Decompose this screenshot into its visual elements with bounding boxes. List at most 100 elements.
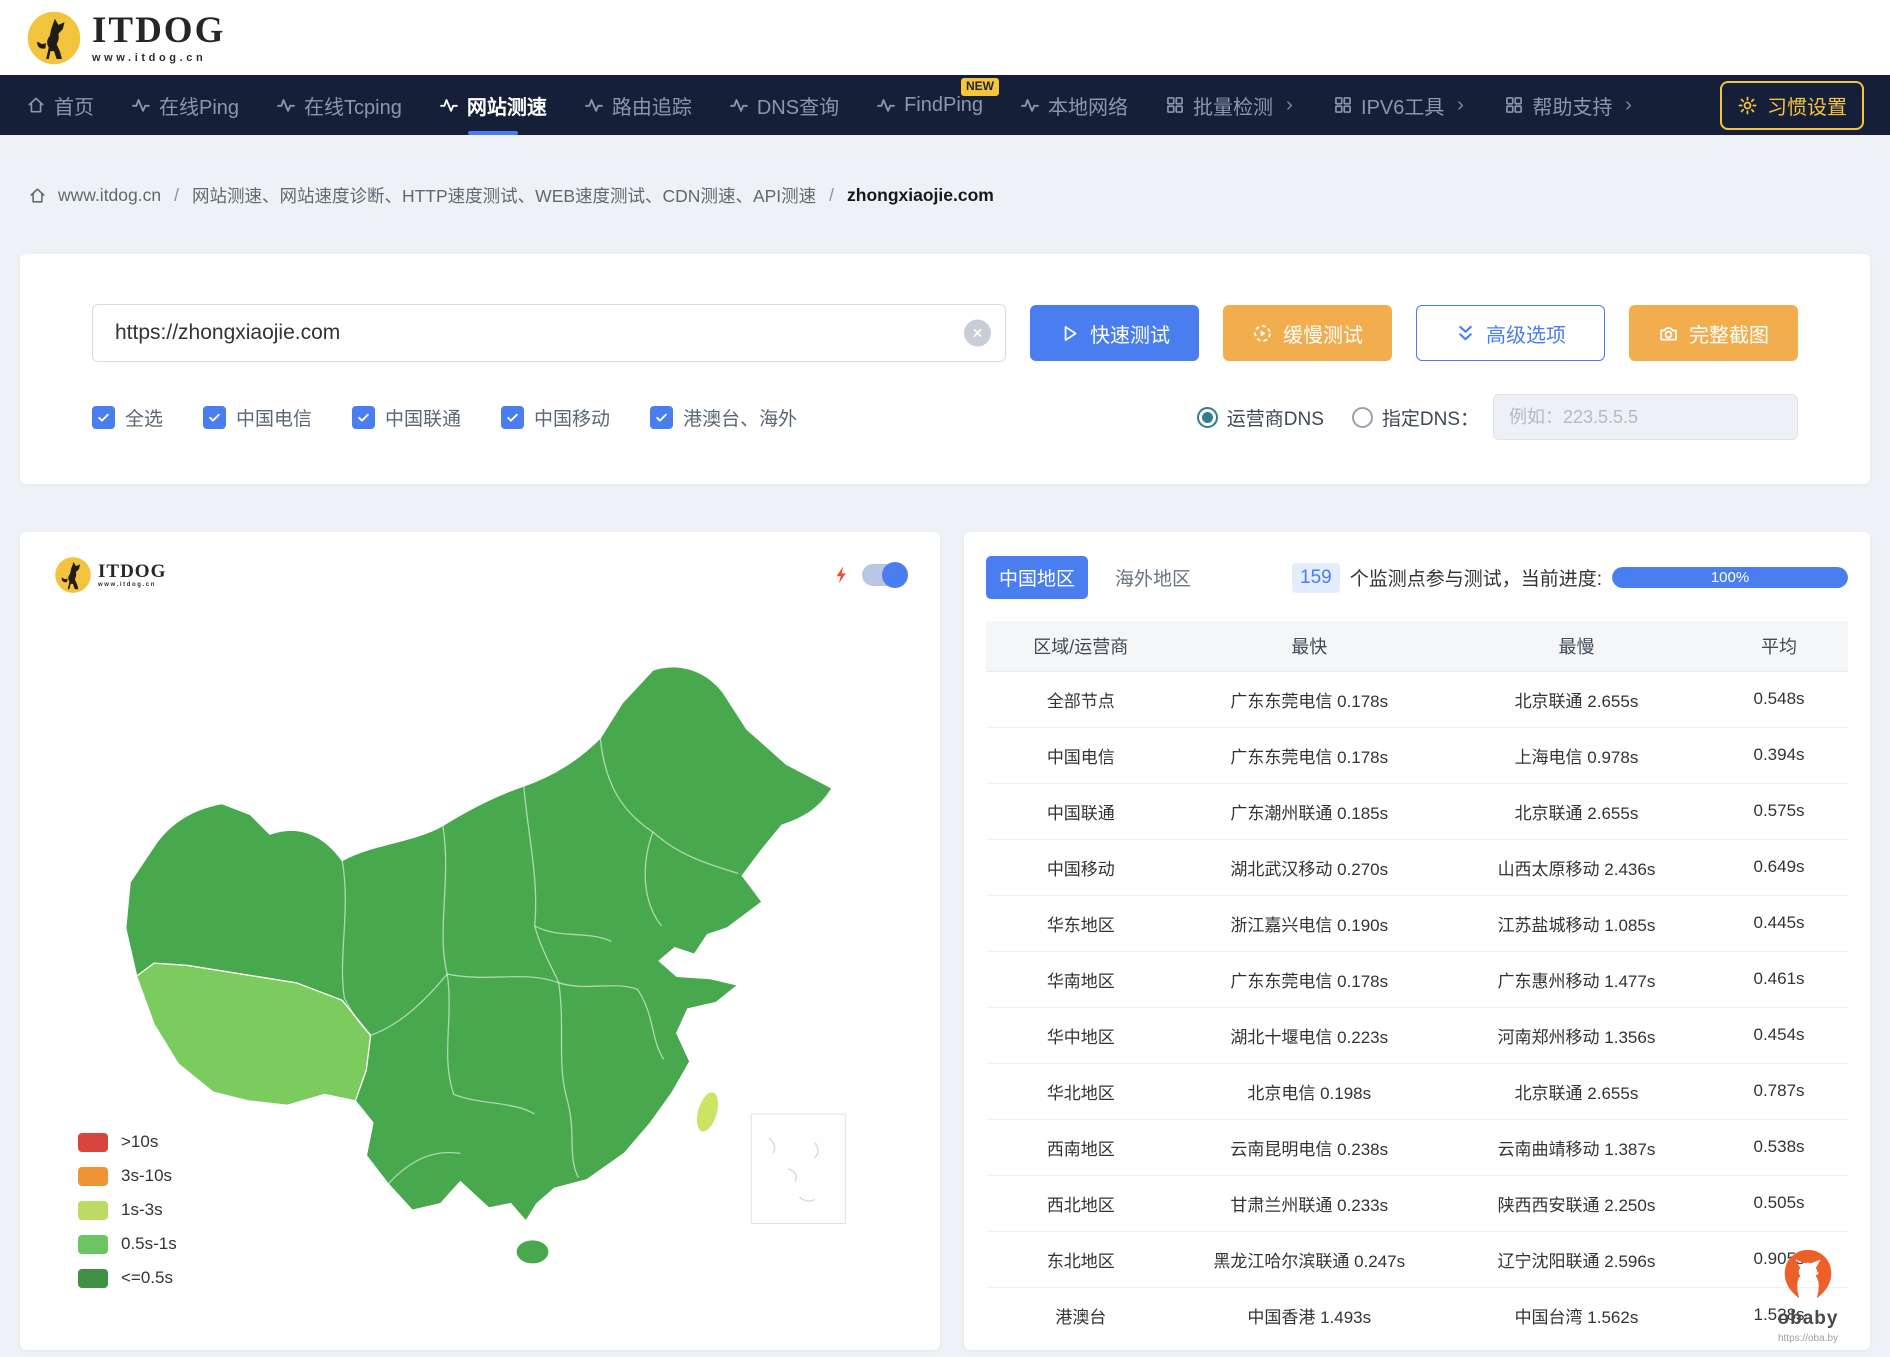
- play-icon: [1059, 323, 1080, 344]
- pulse-icon: [584, 95, 604, 115]
- nav-item-online-tcping[interactable]: 在线Tcping: [276, 75, 402, 135]
- cell-region: 西北地区: [986, 1175, 1176, 1231]
- cell-slowest: 云南曲靖移动 1.387s: [1443, 1119, 1710, 1175]
- legend-label: 1s-3s: [121, 1200, 163, 1220]
- custom-dns-radio[interactable]: 指定DNS：: [1352, 404, 1479, 431]
- nav-item-label: 在线Ping: [159, 91, 239, 120]
- nav-item-label: 路由追踪: [612, 91, 692, 120]
- cell-region: 中国移动: [986, 839, 1176, 895]
- cell-fastest: 甘肃兰州联通 0.233s: [1176, 1175, 1443, 1231]
- nav-item-label: 批量检测: [1193, 91, 1273, 120]
- nav-item-website-speedtest[interactable]: 网站测速: [439, 75, 547, 135]
- nav-item-label: 帮助支持: [1532, 91, 1612, 120]
- legend-swatch: [78, 1133, 108, 1152]
- cell-region: 华中地区: [986, 1007, 1176, 1063]
- radio-circle[interactable]: [1352, 407, 1373, 428]
- advanced-options-label: 高级选项: [1486, 319, 1566, 348]
- chevron-right-icon: [1283, 99, 1296, 112]
- column-header: 最慢: [1443, 621, 1710, 671]
- checkbox-option-2[interactable]: 中国联通: [352, 404, 461, 431]
- checkbox-select-all[interactable]: 全选: [92, 404, 163, 431]
- nav-item-help-support[interactable]: 帮助支持: [1504, 75, 1635, 135]
- pulse-icon: [1020, 95, 1040, 115]
- cell-region: 华南地区: [986, 951, 1176, 1007]
- chevron-right-icon: [1622, 99, 1635, 112]
- checkbox-option-3[interactable]: 中国移动: [501, 404, 610, 431]
- results-table: 区域/运营商最快最慢平均 全部节点广东东莞电信 0.178s北京联通 2.655…: [986, 621, 1848, 1343]
- table-row: 中国移动湖北武汉移动 0.270s山西太原移动 2.436s0.649s: [986, 839, 1848, 895]
- watermark-name: obaby: [1754, 1306, 1862, 1333]
- full-screenshot-button[interactable]: 完整截图: [1629, 305, 1798, 361]
- cell-average: 0.649s: [1710, 839, 1848, 895]
- nav-item-traceroute[interactable]: 路由追踪: [584, 75, 692, 135]
- table-row: 华东地区浙江嘉兴电信 0.190s江苏盐城移动 1.085s0.445s: [986, 895, 1848, 951]
- cell-average: 0.787s: [1710, 1063, 1848, 1119]
- clear-input-icon[interactable]: [964, 320, 991, 347]
- nav-item-label: IPV6工具: [1361, 91, 1444, 120]
- settings-button[interactable]: 习惯设置: [1720, 81, 1864, 130]
- nav-item-findping[interactable]: FindPingNEW: [876, 75, 983, 135]
- check-icon: [96, 410, 111, 425]
- cell-slowest: 陕西西安联通 2.250s: [1443, 1175, 1710, 1231]
- map-card: ITDOG www.itdog.cn: [20, 532, 940, 1350]
- checkbox-box[interactable]: [501, 406, 524, 429]
- checkbox-box[interactable]: [203, 406, 226, 429]
- breadcrumb-home[interactable]: www.itdog.cn: [58, 185, 161, 206]
- nav-item-dns-query[interactable]: DNS查询: [729, 75, 839, 135]
- map-mainland: [126, 667, 833, 1222]
- checkbox-option-4[interactable]: 港澳台、海外: [650, 404, 797, 431]
- checkbox-label: 中国移动: [534, 404, 610, 431]
- quick-test-label: 快速测试: [1090, 319, 1170, 348]
- checkbox-option-1[interactable]: 中国电信: [203, 404, 312, 431]
- checkbox-box[interactable]: [650, 406, 673, 429]
- table-row: 华中地区湖北十堰电信 0.223s河南郑州移动 1.356s0.454s: [986, 1007, 1848, 1063]
- tab-overseas-region[interactable]: 海外地区: [1102, 556, 1204, 599]
- speed-toggle[interactable]: [862, 564, 906, 586]
- checkbox-box[interactable]: [92, 406, 115, 429]
- cell-average: 0.538s: [1710, 1119, 1848, 1175]
- radio-circle[interactable]: [1197, 407, 1218, 428]
- quick-test-button[interactable]: 快速测试: [1030, 305, 1199, 361]
- cell-slowest: 辽宁沈阳联通 2.596s: [1443, 1231, 1710, 1287]
- legend-swatch: [78, 1167, 108, 1186]
- checkbox-box[interactable]: [352, 406, 375, 429]
- page: ITDOG www.itdog.cn 首页 在线Ping 在线Tcping 网站测速 路…: [0, 0, 1890, 1350]
- breadcrumb-separator: [827, 185, 836, 206]
- cell-slowest: 河南郑州移动 1.356s: [1443, 1007, 1710, 1063]
- nav-item-label: 本地网络: [1048, 91, 1128, 120]
- nav-item-label: 在线Tcping: [304, 91, 402, 120]
- slow-test-button[interactable]: 缓慢测试: [1223, 305, 1392, 361]
- legend-item: 0.5s-1s: [78, 1234, 177, 1254]
- progress-bar: 100%: [1612, 567, 1848, 588]
- table-row: 全部节点广东东莞电信 0.178s北京联通 2.655s0.548s: [986, 671, 1848, 727]
- cell-fastest: 北京电信 0.198s: [1176, 1063, 1443, 1119]
- nav-item-batch-check[interactable]: 批量检测: [1165, 75, 1296, 135]
- nav-item-local-network[interactable]: 本地网络: [1020, 75, 1128, 135]
- nav-item-online-ping[interactable]: 在线Ping: [131, 75, 239, 135]
- pulse-icon: [131, 95, 151, 115]
- check-icon: [505, 410, 520, 425]
- full-screenshot-label: 完整截图: [1689, 319, 1769, 348]
- itdog-logo[interactable]: ITDOG www.itdog.cn: [26, 10, 225, 66]
- watermark-url[interactable]: https://oba.by: [1754, 1333, 1862, 1344]
- tab-china-region[interactable]: 中国地区: [986, 556, 1088, 599]
- table-row: 西北地区甘肃兰州联通 0.233s陕西西安联通 2.250s0.505s: [986, 1175, 1848, 1231]
- slow-test-icon: [1252, 323, 1273, 344]
- custom-dns-input[interactable]: [1493, 394, 1798, 440]
- legend-label: 0.5s-1s: [121, 1234, 177, 1254]
- cross-icon: [970, 326, 985, 341]
- nav-item-home[interactable]: 首页: [26, 75, 94, 135]
- carrier-dns-radio[interactable]: 运营商DNS: [1197, 404, 1324, 431]
- cell-region: 西南地区: [986, 1119, 1176, 1175]
- brand-name: ITDOG: [92, 12, 225, 49]
- breadcrumb-section[interactable]: 网站测速、网站速度诊断、HTTP速度测试、WEB速度测试、CDN测速、API测速: [192, 183, 816, 208]
- cell-slowest: 北京联通 2.655s: [1443, 671, 1710, 727]
- nav-items: 首页 在线Ping 在线Tcping 网站测速 路由追踪 DNS查询 FindPingNEW…: [26, 75, 1720, 135]
- cell-slowest: 中国台湾 1.562s: [1443, 1287, 1710, 1343]
- nav-item-ipv6-tools[interactable]: IPV6工具: [1333, 75, 1467, 135]
- cell-region: 中国联通: [986, 783, 1176, 839]
- url-input[interactable]: [92, 304, 1006, 362]
- pulse-icon: [876, 95, 896, 115]
- grid-icon: [1333, 95, 1353, 115]
- advanced-options-button[interactable]: 高级选项: [1416, 305, 1605, 361]
